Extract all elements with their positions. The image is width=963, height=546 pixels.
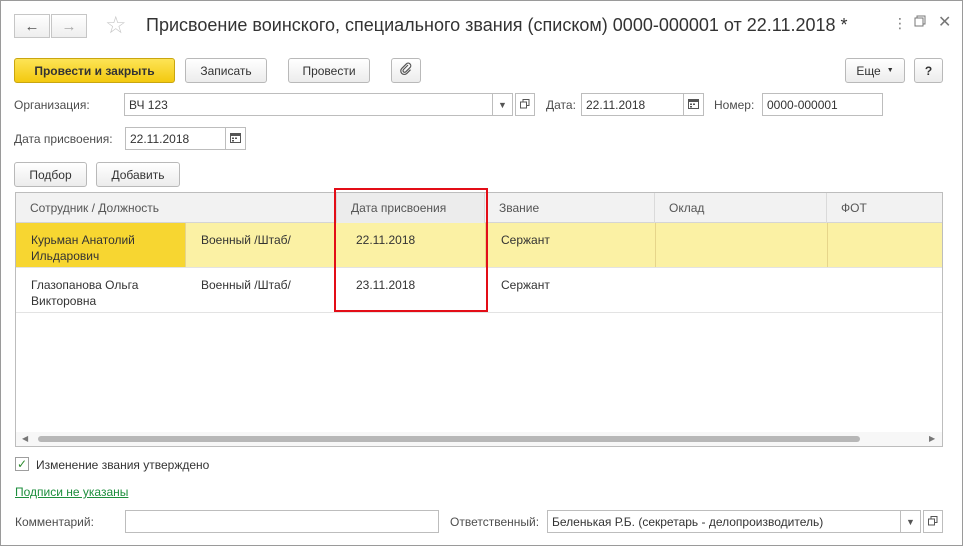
employee-cell: Глазопанова Ольга Викторовна	[31, 278, 139, 308]
column-header-fot[interactable]: ФОТ	[827, 193, 942, 223]
column-header-rank[interactable]: Звание	[485, 193, 655, 223]
more-vertical-icon[interactable]: ⋮	[893, 15, 907, 32]
cell-divider	[827, 223, 828, 267]
date-calendar-button[interactable]	[683, 93, 704, 116]
responsible-dropdown-button[interactable]: ▼	[900, 510, 921, 533]
document-window: ← → ☆ Присвоение воинского, специального…	[0, 0, 963, 546]
open-link-icon	[520, 98, 530, 111]
window-title: Присвоение воинского, специального звани…	[146, 15, 848, 35]
arrow-left-icon: ←	[24, 17, 40, 35]
assign-date-label: Дата присвоения:	[14, 132, 113, 146]
horizontal-scrollbar[interactable]: ◀ ▶	[16, 432, 942, 446]
organization-dropdown-button[interactable]: ▼	[492, 93, 513, 116]
employee-cell: Курьман Анатолий Ильдарович	[16, 223, 185, 267]
number-field[interactable]: 0000-000001	[762, 93, 883, 116]
scroll-left-icon[interactable]: ◀	[22, 434, 28, 443]
add-button[interactable]: Добавить	[96, 162, 180, 187]
signatures-link[interactable]: Подписи не указаны	[15, 485, 128, 499]
checkmark-icon: ✓	[16, 457, 28, 471]
paperclip-icon	[399, 62, 413, 79]
post-and-close-button[interactable]: Провести и закрыть	[14, 58, 175, 83]
position-cell: Военный /Штаб/	[201, 233, 291, 247]
organization-field[interactable]: ВЧ 123	[124, 93, 493, 116]
close-icon[interactable]: ✕	[938, 12, 951, 32]
comment-label: Комментарий:	[15, 515, 94, 529]
date-field[interactable]: 22.11.2018	[581, 93, 684, 116]
row-divider	[16, 312, 942, 313]
approved-label: Изменение звания утверждено	[36, 458, 210, 472]
arrow-right-icon: →	[61, 17, 77, 35]
restore-window-icon[interactable]	[914, 15, 926, 27]
assign-date-field[interactable]: 22.11.2018	[125, 127, 226, 150]
select-button[interactable]: Подбор	[14, 162, 87, 187]
highlight-frame	[334, 188, 488, 312]
salary-cell	[668, 268, 818, 277]
salary-cell	[668, 223, 818, 232]
save-button[interactable]: Записать	[185, 58, 267, 83]
more-button-label: Еще	[856, 63, 881, 78]
cell-divider	[655, 223, 656, 267]
scroll-right-icon[interactable]: ▶	[929, 434, 935, 443]
responsible-label: Ответственный:	[450, 515, 540, 529]
cell-divider	[185, 223, 186, 267]
comment-field[interactable]	[125, 510, 439, 533]
post-button[interactable]: Провести	[288, 58, 370, 83]
help-button[interactable]: ?	[914, 58, 943, 83]
scrollbar-thumb[interactable]	[38, 436, 860, 442]
organization-open-button[interactable]	[515, 93, 535, 116]
column-header-salary[interactable]: Оклад	[655, 193, 827, 223]
open-link-icon	[928, 515, 938, 528]
fot-cell	[841, 223, 941, 232]
rank-cell: Сержант	[501, 278, 550, 292]
star-icon[interactable]: ☆	[105, 11, 127, 40]
chevron-down-icon: ▼	[498, 99, 507, 110]
back-button[interactable]: ←	[14, 14, 50, 38]
number-label: Номер:	[714, 98, 755, 112]
attach-button[interactable]	[391, 58, 421, 83]
fot-cell	[841, 268, 941, 277]
column-header-employee[interactable]: Сотрудник / Должность	[16, 193, 337, 223]
organization-label: Организация:	[14, 98, 90, 112]
responsible-field[interactable]: Беленькая Р.Б. (секретарь - делопроизвод…	[547, 510, 901, 533]
calendar-icon	[230, 132, 241, 145]
chevron-down-icon: ▼	[886, 67, 894, 74]
responsible-open-button[interactable]	[923, 510, 943, 533]
more-button[interactable]: Еще ▼	[845, 58, 905, 83]
rank-cell: Сержант	[501, 233, 550, 247]
calendar-icon	[688, 98, 699, 111]
chevron-down-icon: ▼	[906, 516, 915, 527]
position-cell: Военный /Штаб/	[201, 278, 291, 292]
date-label: Дата:	[546, 98, 576, 112]
assign-date-calendar-button[interactable]	[225, 127, 246, 150]
approved-checkbox[interactable]: ✓	[15, 457, 29, 471]
forward-button[interactable]: →	[51, 14, 87, 38]
